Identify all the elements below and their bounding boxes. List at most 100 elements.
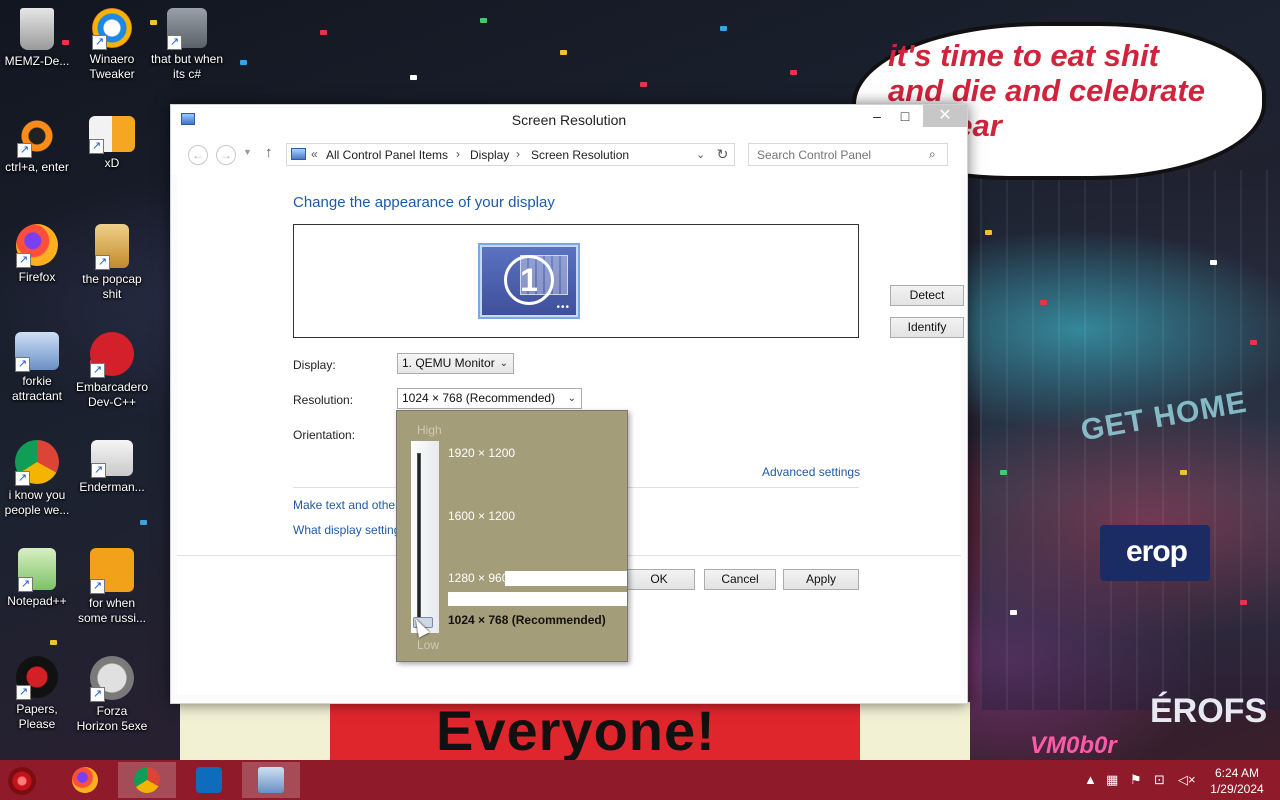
- desktop-icon-papers-please[interactable]: ↗ Papers, Please: [0, 656, 74, 732]
- title-bar[interactable]: Screen Resolution – □ ✕: [171, 105, 967, 135]
- desktop-icon-winaero[interactable]: ↗ Winaero Tweaker: [75, 8, 149, 82]
- search-box[interactable]: ⌕: [748, 143, 948, 166]
- clock-time: 6:24 AM: [1214, 766, 1260, 780]
- desktop-icon-memz[interactable]: MEMZ-De...: [0, 8, 74, 69]
- what-display-settings-link[interactable]: What display setting: [293, 523, 400, 537]
- flag-icon[interactable]: ⚑: [1130, 772, 1142, 788]
- outlook-icon: [196, 767, 222, 793]
- desktop-icon-firefox[interactable]: ↗ Firefox: [0, 224, 74, 285]
- speech-line-1: it's time to eat shit: [888, 38, 1159, 73]
- desktop-icon-ctrl-a[interactable]: ↗ ctrl+a, enter: [0, 116, 74, 175]
- desktop-icon-that-but[interactable]: ↗ that but when its c#: [150, 8, 224, 82]
- search-input[interactable]: [749, 144, 919, 165]
- resolution-option[interactable]: 1280 × 960: [448, 571, 508, 585]
- shortcut-arrow-icon: ↗: [167, 35, 182, 50]
- wallpaper-sign-vm: VM0b0r: [1030, 732, 1117, 759]
- confetti: [480, 18, 487, 23]
- resolution-option-selected[interactable]: 1024 × 768 (Recommended): [448, 613, 606, 627]
- desktop-icon-label: Forza Horizon 5exe: [76, 704, 148, 733]
- desktop-icon-iknowyou[interactable]: ↗ i know you people we...: [0, 440, 74, 518]
- wallpaper-banner-text: Everyone!: [436, 702, 716, 762]
- close-button[interactable]: ✕: [923, 105, 967, 127]
- shortcut-arrow-icon: ↗: [16, 253, 31, 268]
- make-text-larger-link[interactable]: Make text and other: [293, 498, 399, 512]
- display-select-value: 1. QEMU Monitor: [402, 356, 495, 370]
- desktop-icon-forkie[interactable]: ↗ forkie attractant: [0, 332, 74, 404]
- desktop-icon-label: i know you people we...: [4, 488, 70, 517]
- forward-arrow-icon[interactable]: →: [216, 145, 236, 165]
- taskbar-control-panel[interactable]: [242, 762, 300, 798]
- resolution-option[interactable]: 1920 × 1200: [448, 446, 515, 460]
- desktop-icon-label: for when some russi...: [77, 596, 146, 625]
- volume-muted-icon[interactable]: ◁×: [1178, 772, 1196, 788]
- monitor-dots: •••: [556, 302, 570, 313]
- maximize-button[interactable]: □: [889, 105, 921, 127]
- search-icon[interactable]: ⌕: [929, 147, 936, 162]
- confetti: [1250, 340, 1257, 345]
- confetti: [1180, 470, 1187, 475]
- taskbar-firefox[interactable]: [56, 762, 114, 798]
- resolution-select-value: 1024 × 768 (Recommended): [402, 391, 556, 405]
- wallpaper-banner: Everyone!: [180, 702, 970, 762]
- xd-logo-icon: ↗: [89, 116, 135, 154]
- monitor-1-tile[interactable]: 1 •••: [478, 243, 580, 319]
- chevron-down-icon: ⌄: [567, 393, 576, 404]
- start-button-icon[interactable]: [8, 767, 36, 795]
- control-panel-icon: [291, 148, 306, 160]
- cancel-button[interactable]: Cancel: [704, 569, 776, 590]
- confetti: [1040, 300, 1047, 305]
- confetti: [320, 30, 327, 35]
- display-select[interactable]: 1. QEMU Monitor ⌄: [397, 353, 514, 374]
- shortcut-arrow-icon: ↗: [90, 363, 105, 378]
- ok-button[interactable]: OK: [623, 569, 695, 590]
- desktop-icon-enderman[interactable]: ↗ Enderman...: [75, 440, 149, 495]
- breadcrumb-all-control-panel-items[interactable]: All Control Panel Items: [326, 148, 448, 162]
- flash-icon: ↗: [90, 656, 134, 702]
- shortcut-arrow-icon: ↗: [17, 143, 32, 158]
- music-folder-icon: ↗: [95, 224, 129, 270]
- breadcrumb-display[interactable]: Display: [470, 148, 509, 162]
- apply-button[interactable]: Apply: [783, 569, 859, 590]
- chrome-icon: [134, 767, 160, 793]
- confetti: [790, 70, 797, 75]
- confetti: [560, 50, 567, 55]
- desktop-icon-notepadpp[interactable]: ↗ Notepad++: [0, 548, 74, 609]
- back-arrow-icon[interactable]: ←: [188, 145, 208, 165]
- desktop-icon-label: xD: [104, 156, 120, 170]
- network-icon[interactable]: ⊡: [1154, 772, 1165, 788]
- breadcrumb-overflow[interactable]: «: [311, 147, 318, 161]
- address-bar[interactable]: « All Control Panel Items › Display › Sc…: [286, 143, 713, 166]
- desktop-icon-label: Notepad++: [7, 594, 67, 608]
- action-center-icon[interactable]: ▦: [1106, 772, 1118, 788]
- resolution-slider[interactable]: [411, 441, 439, 633]
- identify-button[interactable]: Identify: [890, 317, 964, 338]
- refresh-icon[interactable]: ↻: [711, 143, 735, 166]
- recent-pages-chevron-icon[interactable]: ▼: [243, 147, 252, 157]
- monitor-settings-icon: ↗: [15, 332, 59, 372]
- taskbar-chrome[interactable]: [118, 762, 176, 798]
- window-title: Screen Resolution: [511, 112, 627, 128]
- desktop-icon-forza[interactable]: ↗ Forza Horizon 5exe: [75, 656, 149, 734]
- clock[interactable]: 6:24 AM 1/29/2024: [1200, 765, 1274, 797]
- desktop-icon-devcpp[interactable]: ↗ Embarcadero Dev-C++: [75, 332, 149, 410]
- show-hidden-icons-chevron-icon[interactable]: ▲: [1084, 772, 1097, 787]
- confetti: [985, 230, 992, 235]
- desktop-icon-popcap[interactable]: ↗ the popcap shit: [75, 224, 149, 302]
- desktop-icon-xd[interactable]: ↗ xD: [75, 116, 149, 171]
- wallpaper-sign-erofs: ÉROFS: [1150, 692, 1268, 730]
- resolution-label: Resolution:: [293, 393, 354, 407]
- monitor-arrangement-box: 1 ••• Detect Identify: [293, 224, 964, 338]
- slider-rail: [417, 453, 421, 623]
- breadcrumb-screen-resolution[interactable]: Screen Resolution: [531, 148, 629, 162]
- resolution-option[interactable]: 1600 × 1200: [448, 509, 515, 523]
- advanced-settings-link[interactable]: Advanced settings: [762, 465, 860, 479]
- address-dropdown-chevron-icon[interactable]: ⌄: [696, 148, 705, 161]
- desktop-icon-label: that but when its c#: [150, 52, 224, 81]
- resolution-select[interactable]: 1024 × 768 (Recommended) ⌄: [397, 388, 582, 409]
- taskbar-outlook[interactable]: [180, 762, 238, 798]
- confetti: [410, 75, 417, 80]
- detect-button[interactable]: Detect: [890, 285, 964, 306]
- desktop-icon-russi[interactable]: ↗ for when some russi...: [75, 548, 149, 626]
- windows-stack-icon: ↗: [167, 8, 207, 50]
- up-arrow-icon[interactable]: ↑: [265, 144, 273, 161]
